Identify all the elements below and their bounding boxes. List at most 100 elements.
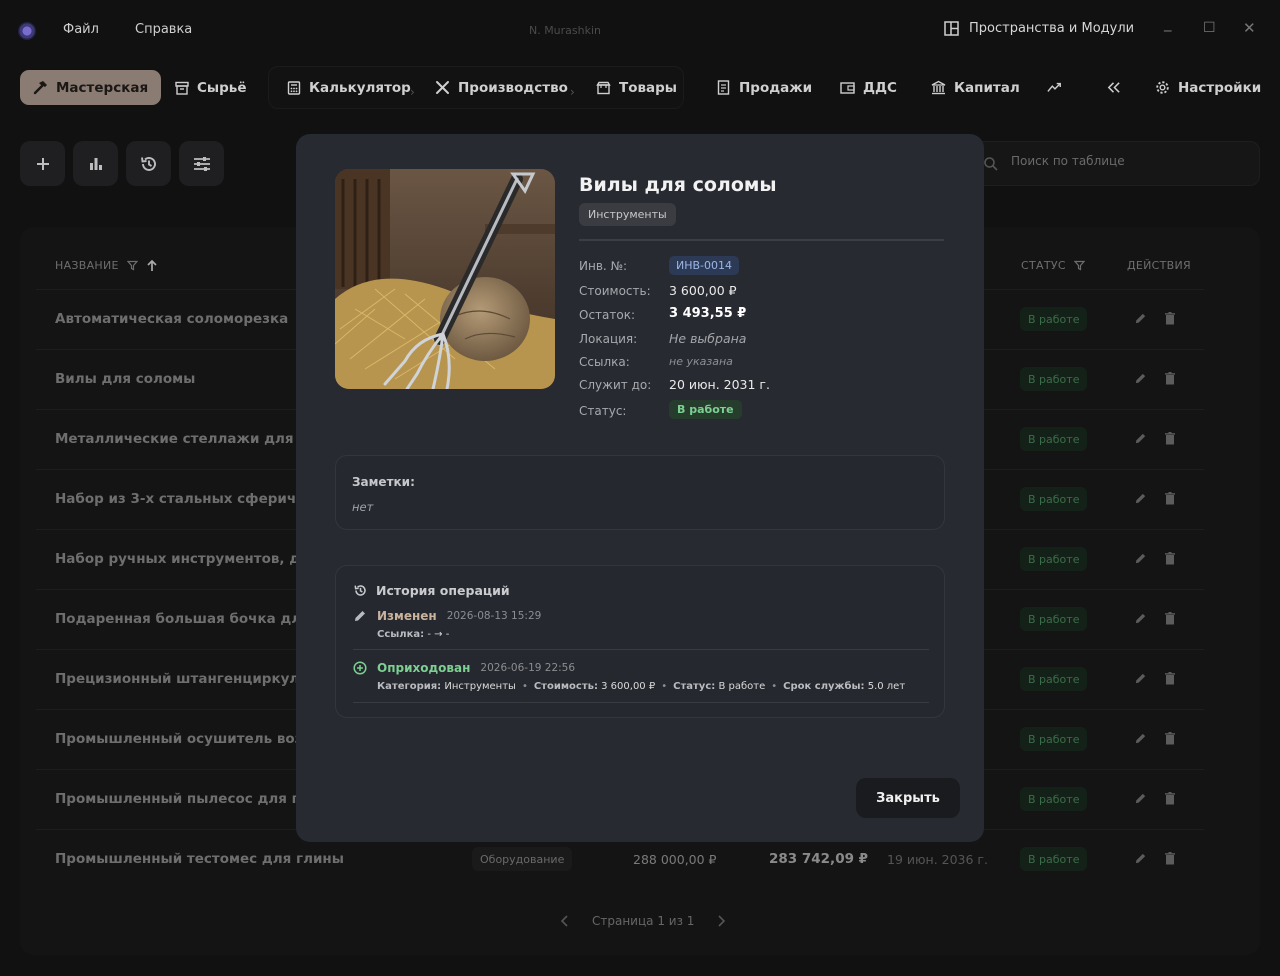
filter-icon[interactable] (126, 260, 138, 271)
item-detail-modal: Вилы для соломы Инструменты Инв. №: ИНВ-… (296, 134, 984, 842)
edit-icon[interactable] (1134, 852, 1147, 865)
row-status-badge: В работе (1020, 427, 1088, 451)
item-photo (335, 169, 555, 389)
pagination: Страница 1 из 1 (560, 914, 726, 928)
remaining-label: Остаток: (579, 308, 636, 322)
history-action: Изменен (377, 609, 437, 623)
nav-settings-label: Настройки (1178, 79, 1262, 96)
nav-raw-label: Сырьё (197, 79, 247, 96)
history-button[interactable] (126, 141, 171, 186)
wallet-icon (840, 80, 855, 95)
nav-sales[interactable]: Продажи (716, 70, 812, 105)
status-label: Статус: (579, 404, 627, 418)
table-search[interactable] (960, 141, 1260, 186)
history-divider (353, 702, 929, 703)
row-name: Вилы для соломы (55, 371, 196, 387)
trash-icon[interactable] (1164, 792, 1176, 805)
trash-icon[interactable] (1164, 612, 1176, 625)
search-input[interactable] (1011, 154, 1241, 168)
maximize-button[interactable]: ☐ (1203, 20, 1216, 36)
link-label: Ссылка: (579, 355, 630, 369)
filter-icon[interactable] (1073, 260, 1085, 271)
column-header-name[interactable]: НАЗВАНИЕ (55, 259, 158, 272)
history-header: История операций (353, 583, 510, 598)
history-life-label: Срок службы: (783, 681, 865, 692)
trash-icon[interactable] (1164, 732, 1176, 745)
minimize-button[interactable]: _ (1164, 14, 1172, 32)
history-category-label: Категория: (377, 681, 442, 692)
row-status-badge: В работе (1020, 667, 1088, 691)
trash-icon[interactable] (1164, 432, 1176, 445)
pencil-icon (355, 611, 365, 621)
nav-calculator-label: Калькулятор (309, 79, 411, 96)
trash-icon[interactable] (1164, 372, 1176, 385)
spaces-modules-label: Пространства и Модули (969, 21, 1135, 36)
edit-icon[interactable] (1134, 312, 1147, 325)
nav-workshop-label: Мастерская (56, 79, 149, 96)
search-icon (984, 157, 998, 171)
nav-dds[interactable]: ДДС (840, 70, 897, 105)
cost-label: Стоимость: (579, 284, 651, 298)
trash-icon[interactable] (1164, 852, 1176, 865)
row-name: Промышленный тестомес для глины (55, 851, 344, 867)
edit-icon[interactable] (1134, 372, 1147, 385)
prev-page-icon[interactable] (560, 914, 570, 928)
column-header-status[interactable]: СТАТУС (1021, 259, 1085, 272)
nav-calculator[interactable]: Калькулятор (286, 70, 411, 105)
history-detail-label: Ссылка: (377, 629, 425, 640)
edit-icon[interactable] (1134, 492, 1147, 505)
nav-production[interactable]: Производство (435, 70, 568, 105)
row-status-badge: В работе (1020, 607, 1088, 631)
row-name: Автоматическая соломорезка (55, 311, 289, 327)
nav-analytics[interactable] (1047, 70, 1062, 105)
nav-capital-label: Капитал (954, 79, 1020, 96)
tools-icon (435, 80, 450, 95)
trash-icon[interactable] (1164, 312, 1176, 325)
edit-icon[interactable] (1134, 612, 1147, 625)
history-cost-label: Стоимость: (533, 681, 598, 692)
category-badge: Инструменты (579, 203, 676, 226)
divider (579, 239, 944, 241)
row-status-badge: В работе (1020, 787, 1088, 811)
cost-value: 3 600,00 ₽ (669, 283, 737, 298)
close-button[interactable]: Закрыть (856, 778, 960, 818)
inv-number-label: Инв. №: (579, 259, 628, 273)
history-section: История операций Изменен 2026-08-13 15:2… (335, 565, 945, 718)
bar-chart-icon (89, 157, 102, 170)
close-window-button[interactable]: ✕ (1243, 19, 1256, 37)
edit-icon[interactable] (1134, 732, 1147, 745)
calculator-icon (286, 80, 301, 95)
row-status-badge: В работе (1020, 367, 1088, 391)
history-entry-received: Оприходован 2026-06-19 22:56 Категория: … (353, 661, 929, 692)
column-actions-label: ДЕЙСТВИЯ (1127, 259, 1191, 272)
nav-workshop[interactable]: Мастерская (20, 70, 162, 105)
edit-icon[interactable] (1134, 552, 1147, 565)
filters-button[interactable] (179, 141, 224, 186)
trash-icon[interactable] (1164, 672, 1176, 685)
history-status-label: Статус: (673, 681, 716, 692)
history-detail-value: - → - (427, 629, 450, 640)
plus-icon (36, 157, 49, 170)
add-button[interactable] (20, 141, 65, 186)
stats-button[interactable] (73, 141, 118, 186)
history-icon (140, 156, 156, 171)
edit-icon[interactable] (1134, 672, 1147, 685)
nav-raw[interactable]: Сырьё (174, 70, 246, 105)
edit-icon[interactable] (1134, 792, 1147, 805)
next-page-icon[interactable] (716, 914, 726, 928)
nav-dds-label: ДДС (863, 79, 897, 96)
trash-icon[interactable] (1164, 492, 1176, 505)
trash-icon[interactable] (1164, 552, 1176, 565)
spaces-modules-button[interactable]: Пространства и Модули (944, 21, 1134, 36)
collapse-nav-button[interactable] (1106, 70, 1121, 105)
column-name-label: НАЗВАНИЕ (55, 259, 119, 272)
main-navbar: Мастерская Сырьё Калькулятор › Производс… (0, 62, 1280, 120)
nav-goods[interactable]: Товары (596, 70, 677, 105)
nav-settings[interactable]: Настройки (1155, 70, 1261, 105)
page-indicator: Страница 1 из 1 (592, 914, 695, 928)
sort-ascending-icon[interactable] (146, 259, 158, 272)
nav-capital[interactable]: Капитал (931, 70, 1020, 105)
history-status-value: В работе (718, 681, 766, 692)
edit-icon[interactable] (1134, 432, 1147, 445)
bullet-separator: • (661, 681, 668, 692)
